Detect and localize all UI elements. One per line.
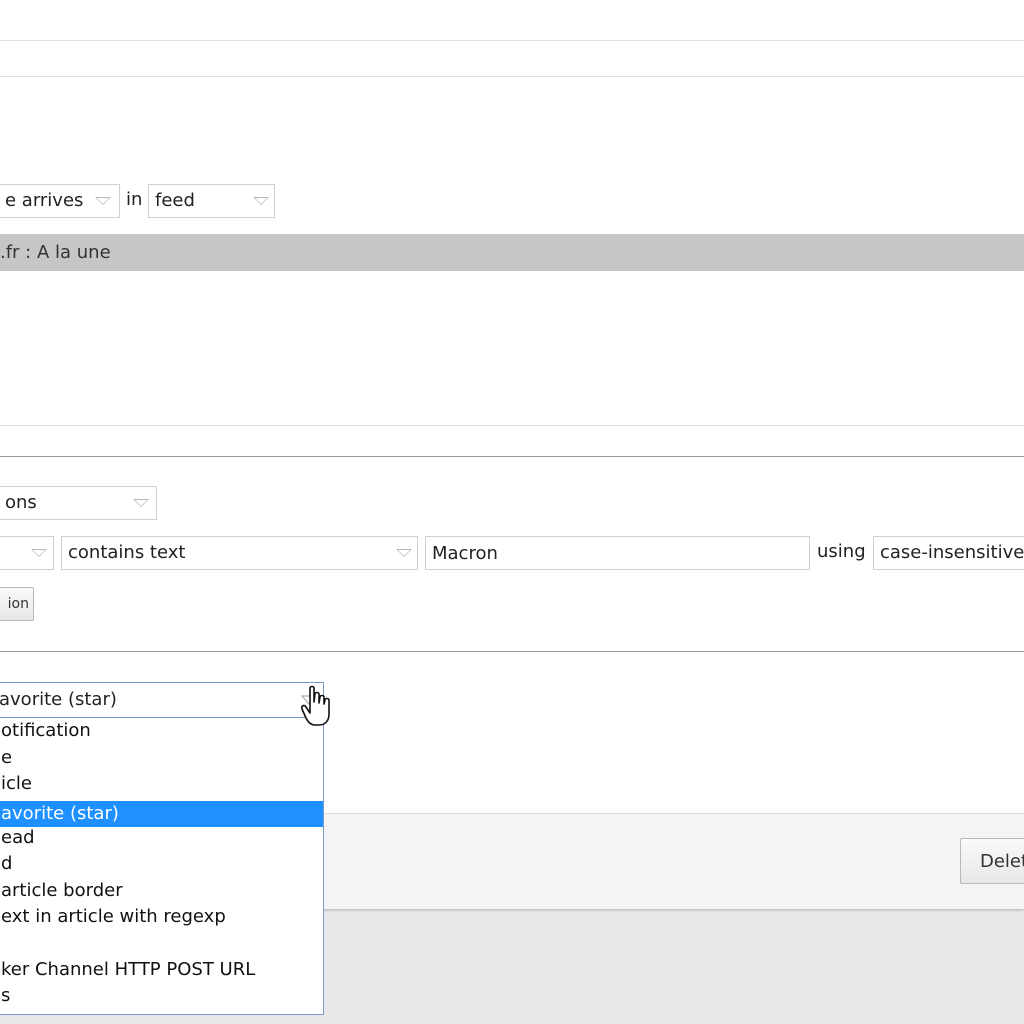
action-option[interactable]: d: [0, 851, 323, 877]
feed-list-item[interactable]: .fr : A la une: [0, 234, 1024, 271]
action-option-label: avorite (star): [1, 803, 119, 824]
hand-pointer-icon: [301, 685, 330, 726]
divider: [0, 40, 1024, 41]
feed-item-label: .fr : A la une: [0, 242, 111, 263]
action-option[interactable]: ext in article with regexp: [0, 904, 323, 930]
action-select-value: avorite (star): [0, 689, 117, 710]
divider: [0, 76, 1024, 77]
action-options-list: otification e icle avorite (star) ead d articl…: [0, 718, 324, 1015]
action-option-label: ker Channel HTTP POST URL: [1, 959, 256, 980]
condition-value-input[interactable]: [425, 536, 810, 570]
event-select-value: e arrives: [5, 190, 84, 211]
action-option[interactable]: otification: [0, 718, 323, 744]
action-option[interactable]: article border: [0, 878, 323, 904]
operator-select[interactable]: contains text: [61, 536, 418, 570]
scope-select[interactable]: feed: [148, 184, 275, 218]
chevron-down-icon: [31, 549, 47, 557]
action-option[interactable]: avorite (star): [0, 801, 323, 827]
operator-select-value: contains text: [68, 542, 186, 563]
action-option-label: d: [1, 853, 13, 874]
action-option-label: article border: [1, 880, 123, 901]
action-option[interactable]: ead: [0, 825, 323, 851]
field-select[interactable]: [0, 536, 54, 570]
case-select-value: case-insensitive: [880, 542, 1024, 563]
section-divider: [0, 456, 1024, 457]
action-select[interactable]: avorite (star): [0, 682, 324, 718]
section-divider: [0, 651, 1024, 652]
match-select[interactable]: ons: [0, 486, 157, 520]
scope-select-value: feed: [155, 190, 195, 211]
case-select[interactable]: case-insensitive: [873, 536, 1024, 570]
delete-button[interactable]: Delete: [960, 838, 1024, 884]
action-option[interactable]: [0, 930, 323, 956]
action-option[interactable]: ker Channel HTTP POST URL: [0, 957, 323, 983]
chevron-down-icon: [133, 499, 149, 507]
action-option-label: ext in article with regexp: [1, 906, 226, 927]
in-label: in: [126, 189, 143, 210]
using-label: using: [817, 541, 866, 562]
action-option-label: icle: [1, 773, 32, 794]
event-select[interactable]: e arrives: [0, 184, 120, 218]
action-option[interactable]: s: [0, 983, 323, 1009]
action-option-label: e: [1, 747, 13, 768]
add-condition-button[interactable]: ion: [0, 587, 34, 621]
divider: [0, 425, 1024, 426]
chevron-down-icon: [253, 197, 269, 205]
action-option[interactable]: icle: [0, 771, 323, 797]
action-option-label: otification: [1, 720, 91, 741]
action-option[interactable]: e: [0, 745, 323, 771]
action-option-label: ead: [1, 827, 35, 848]
action-option-label: s: [1, 985, 11, 1006]
match-select-value: ons: [5, 492, 37, 513]
chevron-down-icon: [396, 549, 412, 557]
chevron-down-icon: [95, 197, 111, 205]
